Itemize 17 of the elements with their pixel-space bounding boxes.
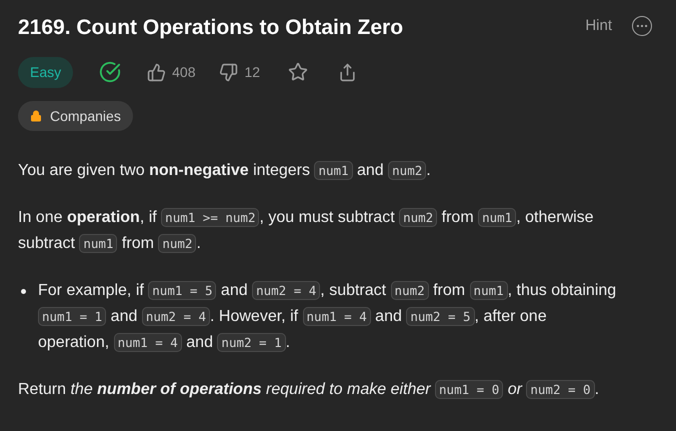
thumbs-down-icon <box>219 62 238 82</box>
share-icon[interactable] <box>338 62 358 82</box>
problem-title: 2169. Count Operations to Obtain Zero <box>18 15 404 41</box>
list-item-text: For example, if num1 = 5 and num2 = 4 , subtract num2 from num1 , thus obtaining num1 = 1 and num2 = 4 . However, if num1 = 4 and num2 = 5 , after one operation, num1 = 4 and num2 = 1 . <box>38 280 618 354</box>
paragraph: You are given two non-negative integers num1 and num2 . <box>18 160 432 182</box>
bullet-icon <box>21 289 26 294</box>
hint-button[interactable]: Hint <box>585 15 612 38</box>
thumbs-up-icon <box>147 62 166 82</box>
more-icon[interactable] <box>632 16 652 36</box>
paragraph: Return the number of operations required to make either num1 = 0 or num2 = 0 . <box>18 379 600 401</box>
star-icon[interactable] <box>288 62 308 82</box>
like-button[interactable]: 408 <box>147 62 196 82</box>
dislike-button[interactable]: 12 <box>219 62 260 82</box>
companies-button[interactable]: Companies <box>18 101 133 131</box>
paragraph: In one operation, if num1 >= num2 , you must subtract num2 from num1 , otherwise subtract num1 from num2 . <box>18 207 595 255</box>
difficulty-badge: Easy <box>18 56 74 88</box>
lock-icon <box>30 110 42 122</box>
